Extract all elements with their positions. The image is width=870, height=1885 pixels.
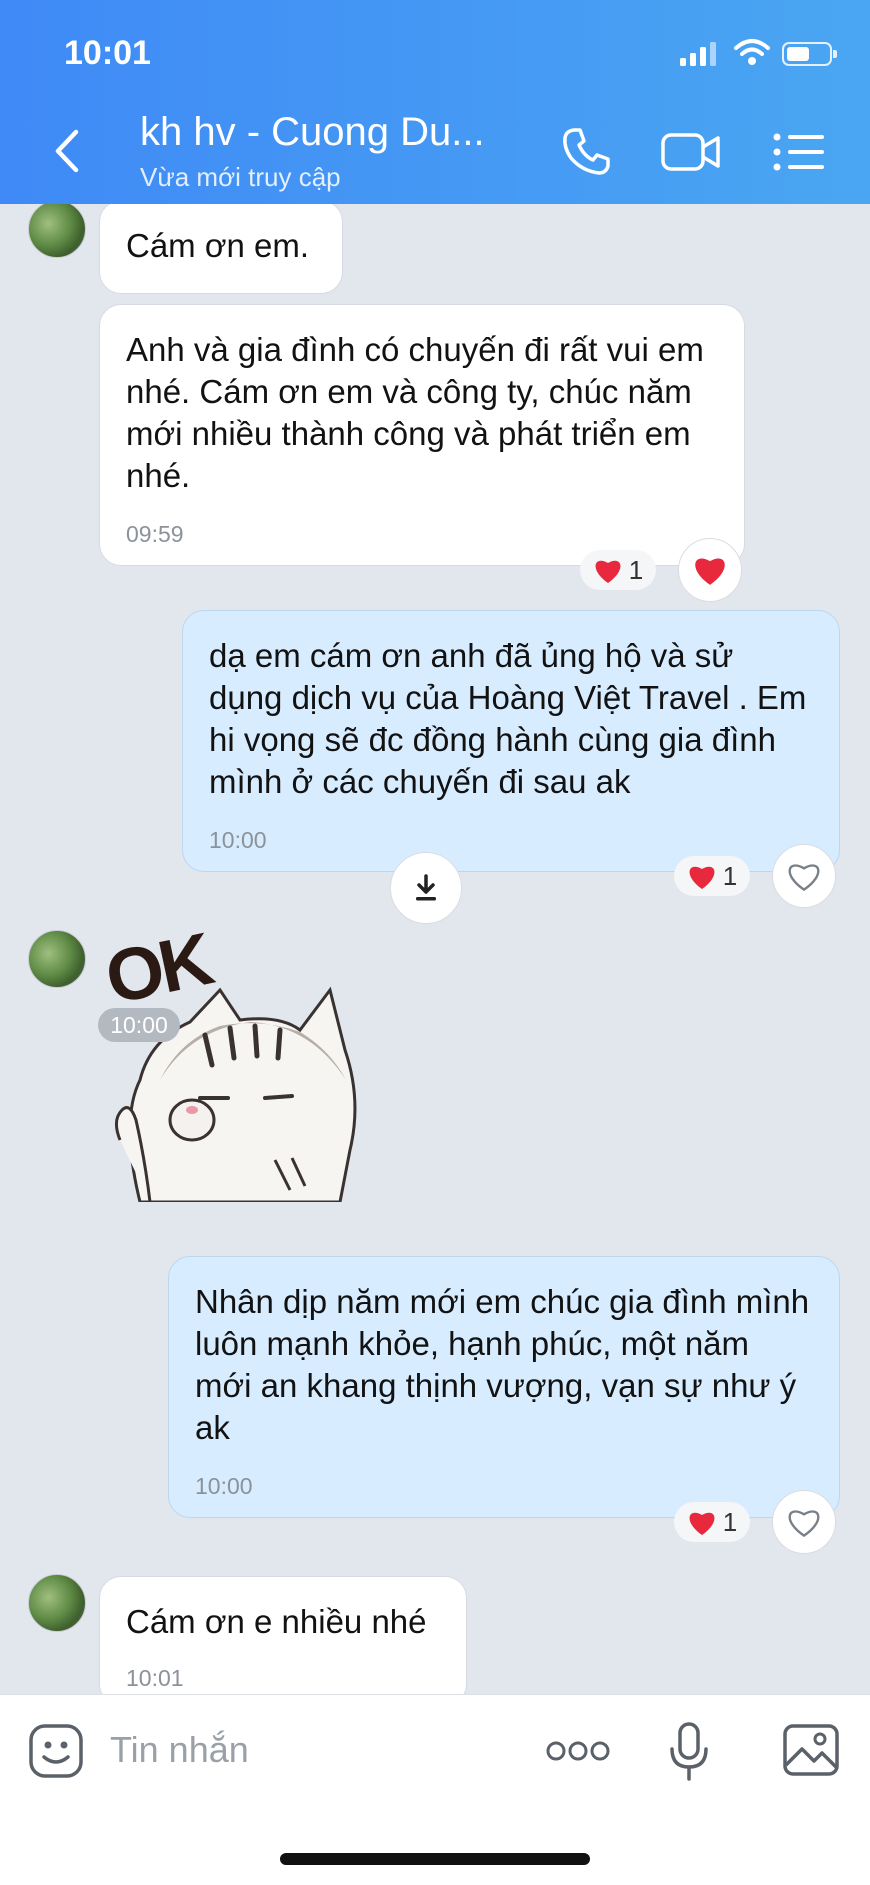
contact-avatar[interactable]: [28, 1574, 86, 1632]
cellular-signal-icon: [680, 42, 716, 66]
heart-icon: [595, 560, 621, 583]
sticker-ok-cat[interactable]: OK: [98, 917, 360, 1202]
sticker-emoji-icon[interactable]: [28, 1723, 84, 1779]
video-call-icon[interactable]: [660, 130, 722, 174]
menu-list-icon[interactable]: [772, 132, 826, 172]
heart-icon: [689, 866, 715, 889]
chat-status: Vừa mới truy cập: [140, 162, 341, 192]
reaction-count[interactable]: 1: [580, 550, 656, 590]
cat-icon: [115, 986, 357, 1202]
download-button[interactable]: [390, 852, 462, 924]
message-text: dạ em cám ơn anh đã ủng hộ và sử dụng dị…: [209, 637, 807, 800]
wifi-icon: [734, 39, 770, 65]
contact-avatar[interactable]: [28, 204, 86, 258]
reaction-count[interactable]: 1: [674, 1502, 750, 1542]
contact-avatar[interactable]: [28, 930, 86, 988]
message-bubble[interactable]: Nhân dịp năm mới em chúc gia đình mình l…: [168, 1256, 840, 1518]
message-bubble[interactable]: Anh và gia đình có chuyến đi rất vui em …: [99, 304, 745, 566]
message-composer: Tin nhắn: [0, 1694, 870, 1885]
chat-header: 10:01 kh hv - Cuong Du... Vừa mới truy c…: [0, 0, 870, 204]
message-time: 10:00: [195, 1473, 253, 1499]
message-time: 10:01: [126, 1665, 184, 1691]
message-list[interactable]: Cám ơn em. Anh và gia đình có chuyến đi …: [0, 204, 870, 1694]
heart-outline-icon: [788, 864, 820, 892]
message-bubble[interactable]: dạ em cám ơn anh đã ủng hộ và sử dụng dị…: [182, 610, 840, 872]
react-heart-button[interactable]: [772, 844, 836, 908]
microphone-icon[interactable]: [668, 1721, 710, 1783]
download-icon: [416, 874, 436, 901]
sticker-time: 10:00: [98, 1008, 180, 1042]
back-icon[interactable]: [48, 128, 88, 174]
message-text: Cám ơn em.: [126, 227, 310, 264]
message-text: Cám ơn e nhiều nhé: [126, 1603, 427, 1640]
more-options-icon[interactable]: [546, 1739, 610, 1763]
heart-outline-icon: [788, 1510, 820, 1538]
message-bubble[interactable]: Cám ơn em.: [99, 204, 343, 294]
heart-icon: [689, 1512, 715, 1535]
image-gallery-icon[interactable]: [782, 1723, 840, 1777]
message-text: Nhân dịp năm mới em chúc gia đình mình l…: [195, 1283, 810, 1446]
reaction-count[interactable]: 1: [674, 856, 750, 896]
message-text: Anh và gia đình có chuyến đi rất vui em …: [126, 331, 704, 494]
battery-icon: [782, 42, 837, 66]
react-heart-button[interactable]: [772, 1490, 836, 1554]
heart-icon: [695, 558, 725, 585]
message-time: 09:59: [126, 521, 184, 547]
chat-title[interactable]: kh hv - Cuong Du...: [140, 110, 485, 155]
phone-call-icon[interactable]: [560, 126, 612, 178]
home-indicator: [280, 1853, 590, 1865]
message-bubble[interactable]: Cám ơn e nhiều nhé 10:01: [99, 1576, 467, 1694]
react-heart-button[interactable]: [678, 538, 742, 602]
status-time: 10:01: [64, 34, 151, 72]
message-time: 10:00: [209, 827, 267, 853]
message-input[interactable]: Tin nhắn: [110, 1729, 249, 1771]
